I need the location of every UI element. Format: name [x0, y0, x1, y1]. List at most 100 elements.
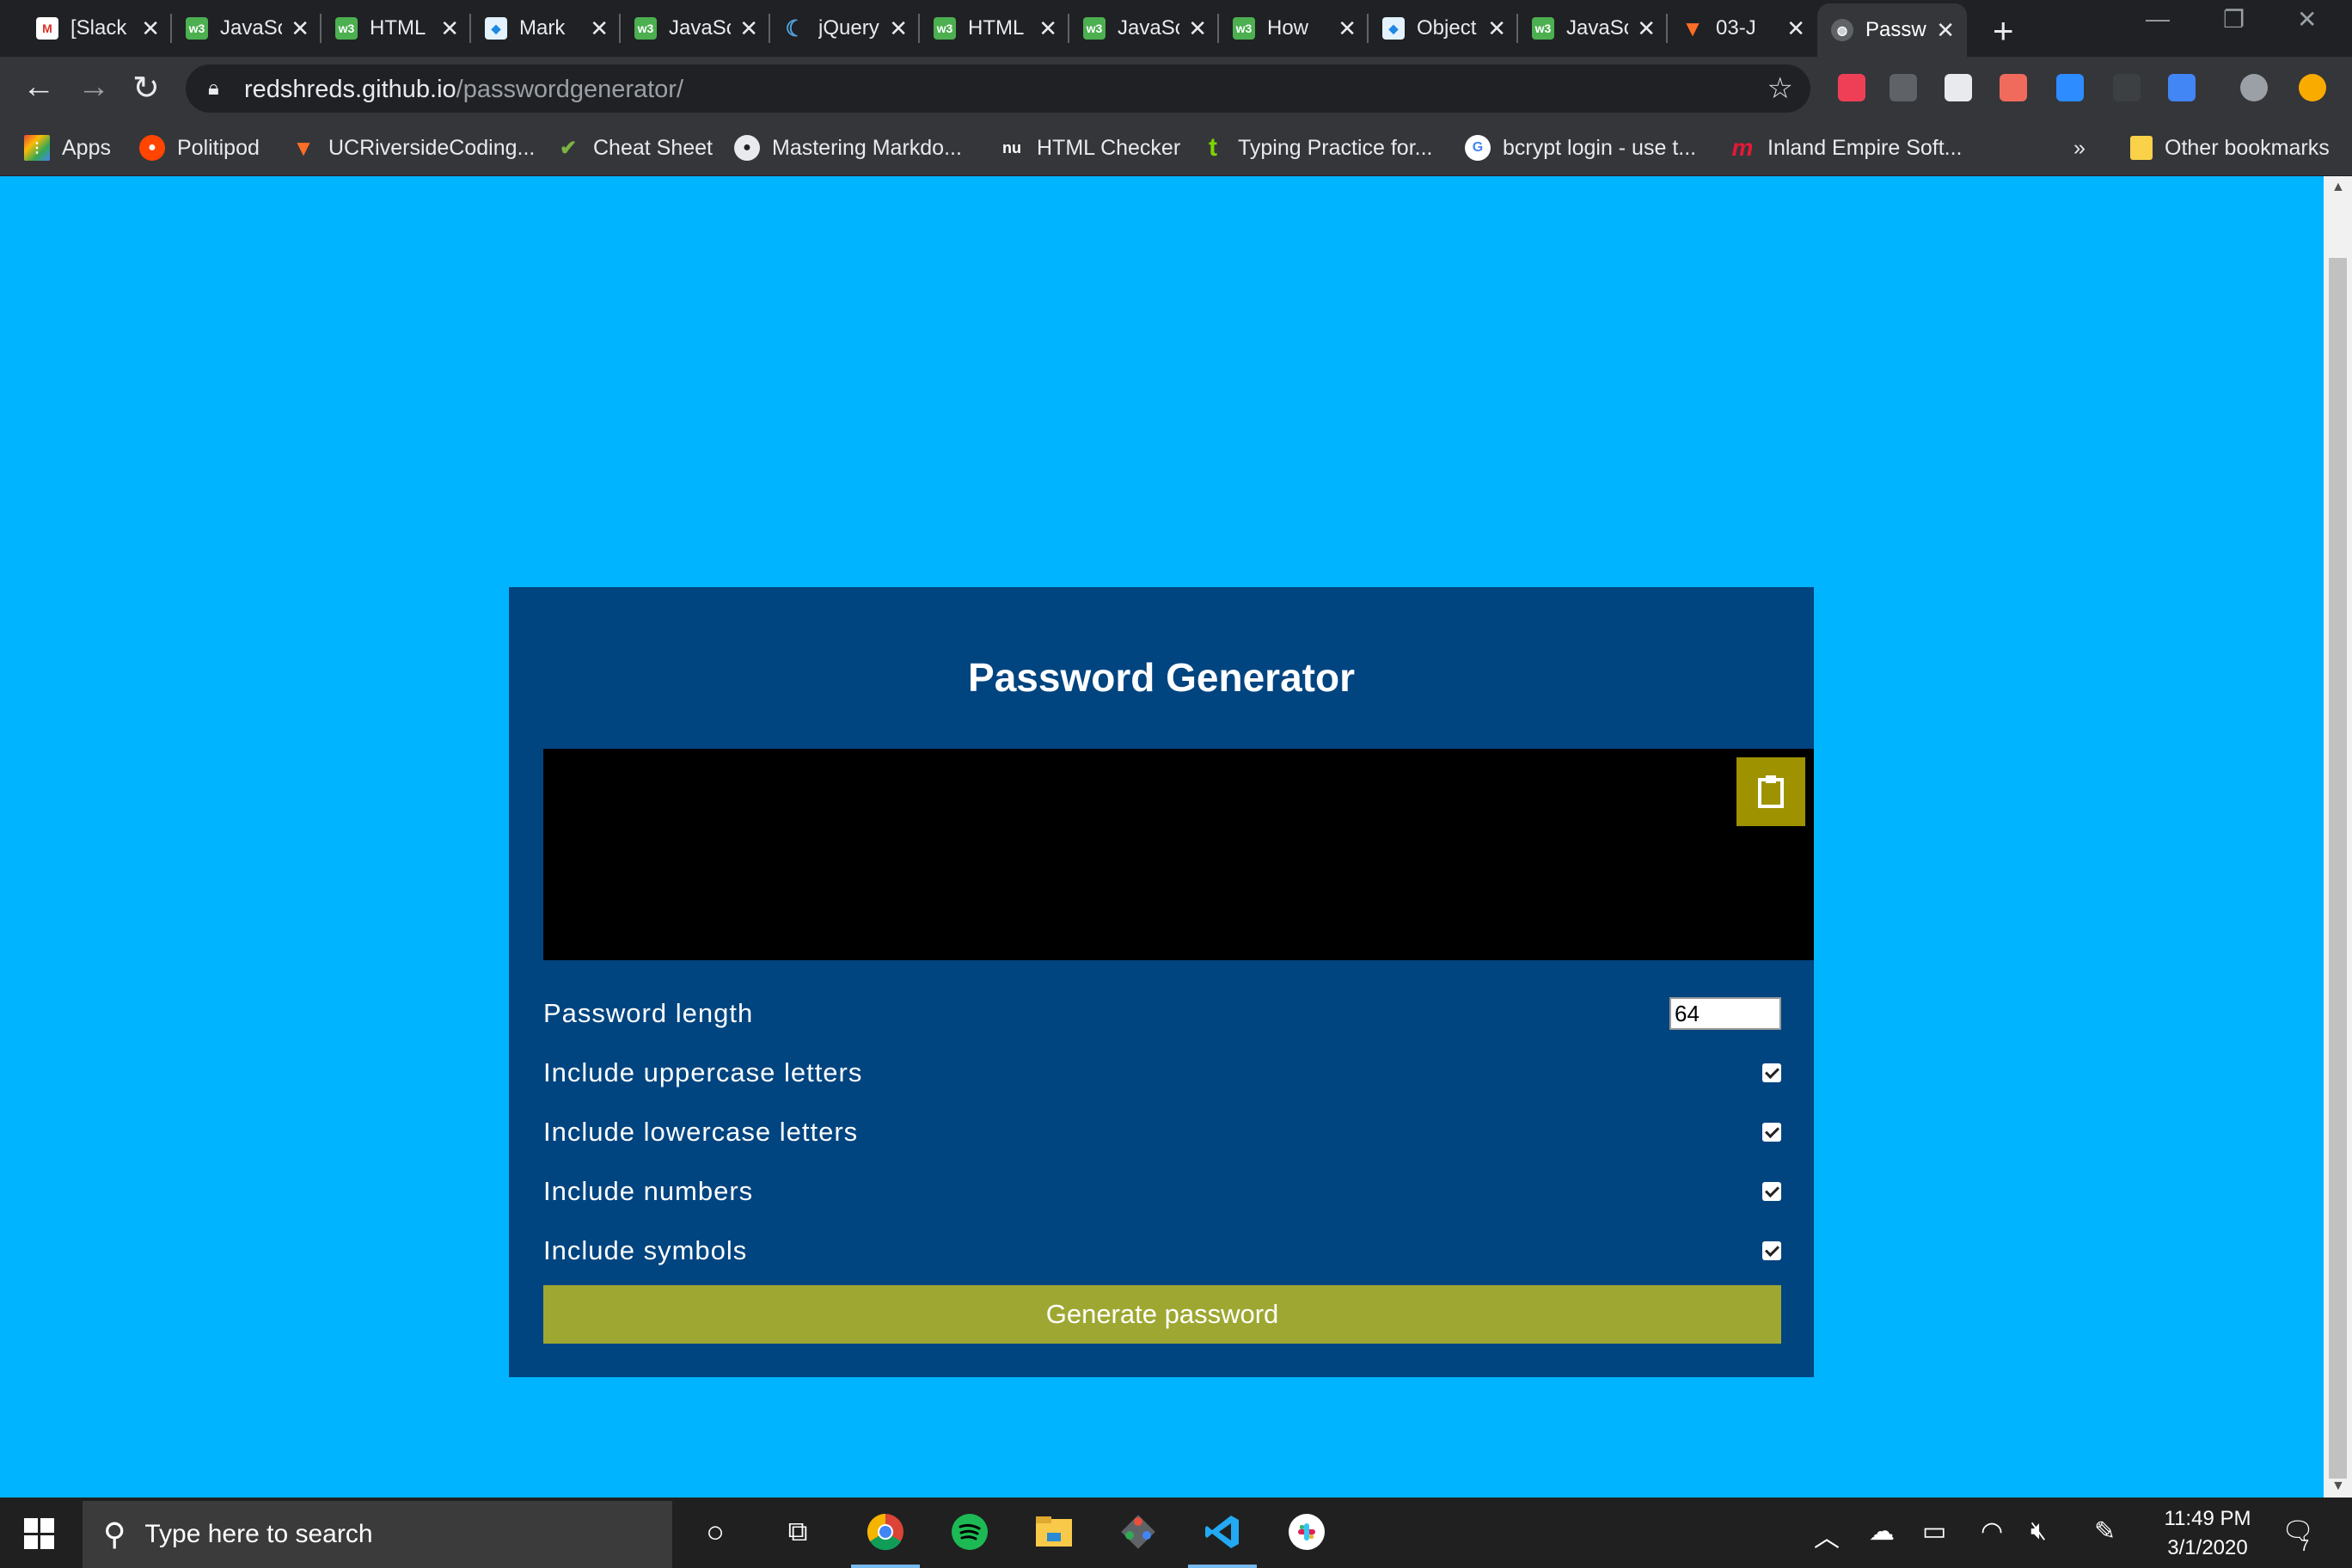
bookmarks-overflow-button[interactable]: »: [2073, 129, 2086, 167]
slack-icon[interactable]: [1286, 1511, 1327, 1553]
window-close-icon[interactable]: ✕: [2297, 5, 2317, 34]
bookmark-politipod[interactable]: ● Politipod: [139, 129, 260, 167]
page-title: Password Generator: [968, 655, 1355, 700]
clipboard-ext-icon[interactable]: [1945, 74, 1972, 101]
close-icon[interactable]: ✕: [739, 15, 758, 42]
close-icon[interactable]: ✕: [1936, 17, 1955, 44]
file-explorer-icon[interactable]: [1033, 1511, 1075, 1553]
close-icon[interactable]: ✕: [889, 15, 908, 42]
url-domain: redshreds.github.io: [244, 76, 456, 103]
wifi-icon[interactable]: ◠: [1981, 1516, 2003, 1547]
vscode-icon[interactable]: [1202, 1511, 1243, 1553]
tab-javascript-3[interactable]: w3 JavaScript ✕: [1069, 7, 1219, 50]
tab-title: JavaScript: [669, 16, 731, 40]
back-icon[interactable]: ←: [22, 69, 55, 106]
chrome-menu-icon[interactable]: [2299, 74, 2326, 101]
bookmark-label: bcrypt login - use t...: [1503, 135, 1697, 160]
tab-javascript-4[interactable]: w3 JavaScript ✕: [1518, 7, 1668, 50]
tab-html[interactable]: w3 HTML ✕: [322, 7, 471, 50]
close-icon[interactable]: ✕: [1338, 15, 1357, 42]
close-icon[interactable]: ✕: [291, 15, 309, 42]
bookmark-mastering-markdown[interactable]: ● Mastering Markdo...: [734, 129, 962, 167]
tab-how[interactable]: w3 How ✕: [1219, 7, 1369, 50]
restore-icon[interactable]: ❐: [2223, 5, 2245, 34]
tab-gmail[interactable]: M [Slack ✕: [22, 7, 172, 50]
password-output[interactable]: [543, 749, 1814, 960]
translate-icon[interactable]: [2168, 74, 2196, 101]
onedrive-icon[interactable]: ☁: [1869, 1516, 1895, 1547]
numbers-checkbox[interactable]: [1762, 1182, 1781, 1201]
tab-password-generator[interactable]: ◍ Passw ✕: [1817, 3, 1967, 57]
tab-html-2[interactable]: w3 HTML ✕: [920, 7, 1069, 50]
tray-overflow-icon[interactable]: ︿: [1814, 1516, 1840, 1554]
close-icon[interactable]: ✕: [440, 15, 459, 42]
close-icon[interactable]: ✕: [1637, 15, 1656, 42]
close-icon[interactable]: ✕: [1786, 15, 1805, 42]
pocket-icon[interactable]: [1838, 74, 1865, 101]
close-icon[interactable]: ✕: [1188, 15, 1207, 42]
tab-title: How: [1267, 16, 1309, 40]
tab-title: HTML: [968, 16, 1025, 40]
bookmark-html-checker[interactable]: nu HTML Checker: [999, 129, 1180, 167]
w3schools-icon: w3: [634, 17, 657, 40]
chrome-icon[interactable]: [865, 1511, 906, 1553]
bookmark-typing-practice[interactable]: t Typing Practice for...: [1200, 129, 1433, 167]
w3schools-icon: w3: [335, 17, 358, 40]
github-icon: ●: [734, 135, 760, 161]
generate-password-button[interactable]: Generate password: [543, 1285, 1781, 1344]
scrollbar-thumb[interactable]: [2329, 258, 2347, 1479]
tab-markdown[interactable]: ◆ Mark ✕: [471, 7, 621, 50]
symbols-checkbox[interactable]: [1762, 1241, 1781, 1260]
address-bar[interactable]: 🔒︎ redshreds.github.io/passwordgenerator…: [186, 64, 1810, 113]
tab-javascript[interactable]: w3 JavaScript ✕: [172, 7, 322, 50]
scroll-down-icon[interactable]: ▼: [2331, 1479, 2345, 1494]
bookmark-ucriverside[interactable]: ▼ UCRiversideCoding...: [291, 129, 535, 167]
page-scrollbar[interactable]: ▲ ▼: [2324, 176, 2352, 1498]
google-icon: G: [1465, 135, 1491, 161]
windows-start-icon[interactable]: [24, 1518, 55, 1549]
gitkraken-icon[interactable]: [1118, 1511, 1159, 1553]
video-ext-icon[interactable]: [2000, 74, 2027, 101]
close-icon[interactable]: ✕: [1487, 15, 1506, 42]
cortana-icon[interactable]: ○: [695, 1511, 736, 1553]
minimize-icon[interactable]: —: [2146, 5, 2170, 33]
task-view-icon[interactable]: ⧉: [777, 1511, 818, 1553]
taskbar-search[interactable]: ⚲ Type here to search: [83, 1501, 672, 1568]
bookmark-apps[interactable]: ⋮ Apps: [24, 129, 111, 167]
taskbar-clock[interactable]: 11:49 PM 3/1/2020: [2156, 1504, 2259, 1563]
pen-icon[interactable]: ✎: [2094, 1516, 2116, 1547]
new-tab-icon[interactable]: +: [1993, 10, 2014, 52]
forward-icon[interactable]: →: [77, 69, 110, 106]
globe-icon: ◍: [1831, 19, 1853, 41]
battery-icon[interactable]: ▭: [1922, 1516, 1946, 1547]
tab-javascript-2[interactable]: w3 JavaScript ✕: [621, 7, 770, 50]
bookmark-cheat-sheet[interactable]: ✔ Cheat Sheet: [555, 129, 713, 167]
folder-icon: [2130, 136, 2153, 160]
clipboard-icon: [1758, 775, 1784, 808]
tab-title: Object: [1417, 16, 1477, 40]
spotify-icon[interactable]: [949, 1511, 990, 1553]
copy-button[interactable]: [1736, 757, 1805, 826]
close-icon[interactable]: ✕: [1038, 15, 1057, 42]
uppercase-checkbox[interactable]: [1762, 1063, 1781, 1082]
rss-icon[interactable]: [1890, 74, 1917, 101]
volume-muted-icon[interactable]: 🔇︎: [2030, 1516, 2047, 1546]
bookmark-bcrypt[interactable]: G bcrypt login - use t...: [1465, 129, 1696, 167]
zoom-icon[interactable]: [2056, 74, 2084, 101]
notifications-icon[interactable]: 🗨︎: [2282, 1516, 2314, 1547]
length-label: Password length: [543, 998, 754, 1028]
reload-icon[interactable]: ↻: [132, 69, 160, 107]
avatar[interactable]: [2240, 74, 2268, 101]
scroll-up-icon[interactable]: ▲: [2331, 180, 2345, 195]
length-input[interactable]: [1669, 997, 1781, 1030]
pen-ext-icon[interactable]: [2113, 74, 2141, 101]
tab-object[interactable]: ◆ Object ✕: [1369, 7, 1518, 50]
bookmark-inland-empire[interactable]: m Inland Empire Soft...: [1730, 129, 1963, 167]
other-bookmarks[interactable]: Other bookmarks: [2130, 129, 2330, 167]
tab-jquery[interactable]: ☾ jQuery ✕: [770, 7, 920, 50]
bookmark-star-icon[interactable]: ☆: [1767, 71, 1793, 106]
close-icon[interactable]: ✕: [141, 15, 160, 42]
tab-gitlab[interactable]: ▼ 03-J ✕: [1668, 7, 1817, 50]
lowercase-checkbox[interactable]: [1762, 1123, 1781, 1142]
close-icon[interactable]: ✕: [590, 15, 609, 42]
